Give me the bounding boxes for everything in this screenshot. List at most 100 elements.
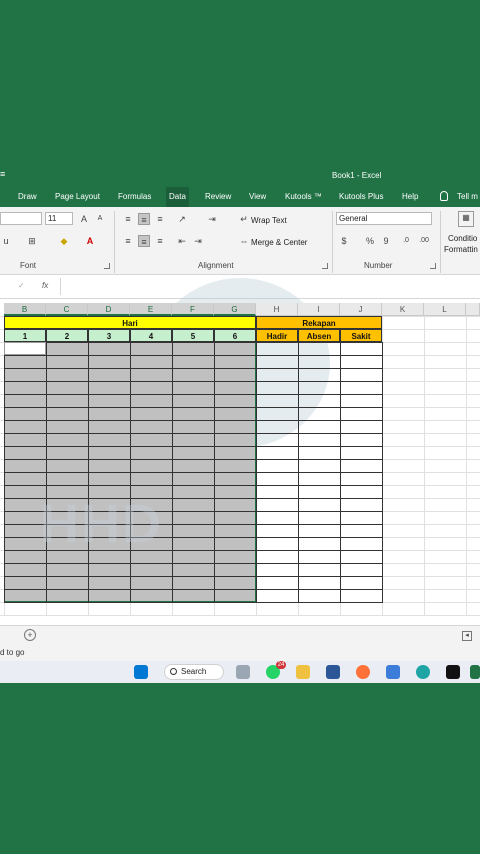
excel-taskbar-icon[interactable] — [470, 665, 480, 679]
table-cell[interactable] — [340, 472, 383, 486]
table-cell[interactable] — [88, 342, 131, 356]
windows-start-icon[interactable] — [134, 665, 148, 679]
table-cell[interactable] — [214, 472, 257, 486]
table-cell[interactable] — [46, 420, 89, 434]
table-cell[interactable] — [46, 355, 89, 369]
table-cell[interactable] — [256, 420, 299, 434]
table-cell[interactable] — [256, 394, 299, 408]
table-cell[interactable] — [256, 368, 299, 382]
font-name-field[interactable] — [0, 212, 42, 225]
scroll-left-icon[interactable]: ◂ — [462, 631, 472, 641]
table-cell[interactable] — [46, 459, 89, 473]
task-view-icon[interactable] — [236, 665, 250, 679]
table-cell[interactable] — [130, 381, 173, 395]
table-cell[interactable] — [46, 576, 89, 590]
orientation-icon[interactable]: ↗ — [176, 213, 188, 225]
table-cell[interactable] — [214, 368, 257, 382]
decrease-font-icon[interactable]: A — [94, 213, 106, 225]
lightbulb-icon[interactable] — [440, 191, 448, 201]
table-cell[interactable] — [88, 394, 131, 408]
table-cell[interactable] — [130, 589, 173, 603]
table-cell[interactable] — [340, 433, 383, 447]
table-cell[interactable] — [4, 368, 47, 382]
table-cell[interactable] — [340, 563, 383, 577]
table-cell[interactable] — [340, 355, 383, 369]
table-cell[interactable] — [298, 368, 341, 382]
table-cell[interactable] — [298, 342, 341, 356]
tab-kutools[interactable]: Kutools ™ — [282, 187, 325, 207]
align-left-icon[interactable]: ≡ — [122, 235, 134, 247]
table-cell[interactable] — [130, 394, 173, 408]
active-cell[interactable] — [4, 342, 46, 355]
table-cell[interactable] — [172, 355, 215, 369]
table-cell[interactable] — [298, 459, 341, 473]
rekap-hadir-header[interactable]: Hadir — [256, 329, 298, 342]
table-cell[interactable] — [340, 420, 383, 434]
tab-review[interactable]: Review — [202, 187, 234, 207]
wrap-text-button[interactable]: Wrap Text — [251, 216, 287, 225]
table-cell[interactable] — [172, 381, 215, 395]
table-cell[interactable] — [88, 563, 131, 577]
table-cell[interactable] — [88, 576, 131, 590]
table-cell[interactable] — [298, 472, 341, 486]
comma-style-icon[interactable]: 9 — [380, 235, 392, 247]
table-cell[interactable] — [340, 394, 383, 408]
table-cell[interactable] — [298, 524, 341, 538]
text-direction-icon[interactable]: ⇥ — [206, 213, 218, 225]
table-cell[interactable] — [340, 550, 383, 564]
table-cell[interactable] — [340, 485, 383, 499]
table-cell[interactable] — [340, 511, 383, 525]
table-cell[interactable] — [298, 433, 341, 447]
table-cell[interactable] — [256, 446, 299, 460]
table-cell[interactable] — [298, 446, 341, 460]
align-middle-icon[interactable]: ≡ — [138, 213, 150, 225]
table-cell[interactable] — [340, 576, 383, 590]
table-cell[interactable] — [214, 537, 257, 551]
table-cell[interactable] — [4, 589, 47, 603]
number-format-select[interactable]: General — [336, 212, 432, 225]
column-header-c[interactable]: C — [46, 303, 88, 316]
table-cell[interactable] — [4, 355, 47, 369]
table-cell[interactable] — [298, 537, 341, 551]
table-cell[interactable] — [214, 420, 257, 434]
tiktok-icon[interactable] — [446, 665, 460, 679]
table-cell[interactable] — [130, 459, 173, 473]
table-cell[interactable] — [214, 563, 257, 577]
table-cell[interactable] — [340, 368, 383, 382]
table-cell[interactable] — [256, 472, 299, 486]
table-cell[interactable] — [298, 394, 341, 408]
table-cell[interactable] — [4, 446, 47, 460]
tab-data[interactable]: Data — [166, 187, 189, 207]
table-cell[interactable] — [172, 498, 215, 512]
table-cell[interactable] — [130, 563, 173, 577]
column-header-j[interactable]: J — [340, 303, 382, 316]
table-cell[interactable] — [46, 381, 89, 395]
day-header[interactable]: 5 — [172, 329, 214, 342]
add-sheet-icon[interactable]: + — [24, 629, 36, 641]
day-header[interactable]: 6 — [214, 329, 256, 342]
table-cell[interactable] — [172, 524, 215, 538]
table-cell[interactable] — [88, 381, 131, 395]
table-cell[interactable] — [214, 498, 257, 512]
store-icon[interactable] — [386, 665, 400, 679]
table-cell[interactable] — [4, 459, 47, 473]
enter-check-icon[interactable]: ✓ — [18, 281, 25, 290]
table-cell[interactable] — [340, 459, 383, 473]
table-cell[interactable] — [298, 511, 341, 525]
table-cell[interactable] — [172, 537, 215, 551]
column-header-b[interactable]: B — [4, 303, 46, 316]
table-cell[interactable] — [340, 446, 383, 460]
table-cell[interactable] — [340, 498, 383, 512]
table-cell[interactable] — [214, 394, 257, 408]
table-cell[interactable] — [214, 446, 257, 460]
table-cell[interactable] — [340, 342, 383, 356]
fill-color-icon[interactable]: ◆ — [58, 235, 70, 247]
font-color-icon[interactable]: A — [84, 235, 96, 247]
table-cell[interactable] — [256, 342, 299, 356]
table-cell[interactable] — [130, 433, 173, 447]
merge-center-button[interactable]: Merge & Center — [251, 238, 307, 247]
table-cell[interactable] — [298, 550, 341, 564]
table-cell[interactable] — [46, 589, 89, 603]
column-header-g[interactable]: G — [214, 303, 256, 316]
align-top-icon[interactable]: ≡ — [122, 213, 134, 225]
